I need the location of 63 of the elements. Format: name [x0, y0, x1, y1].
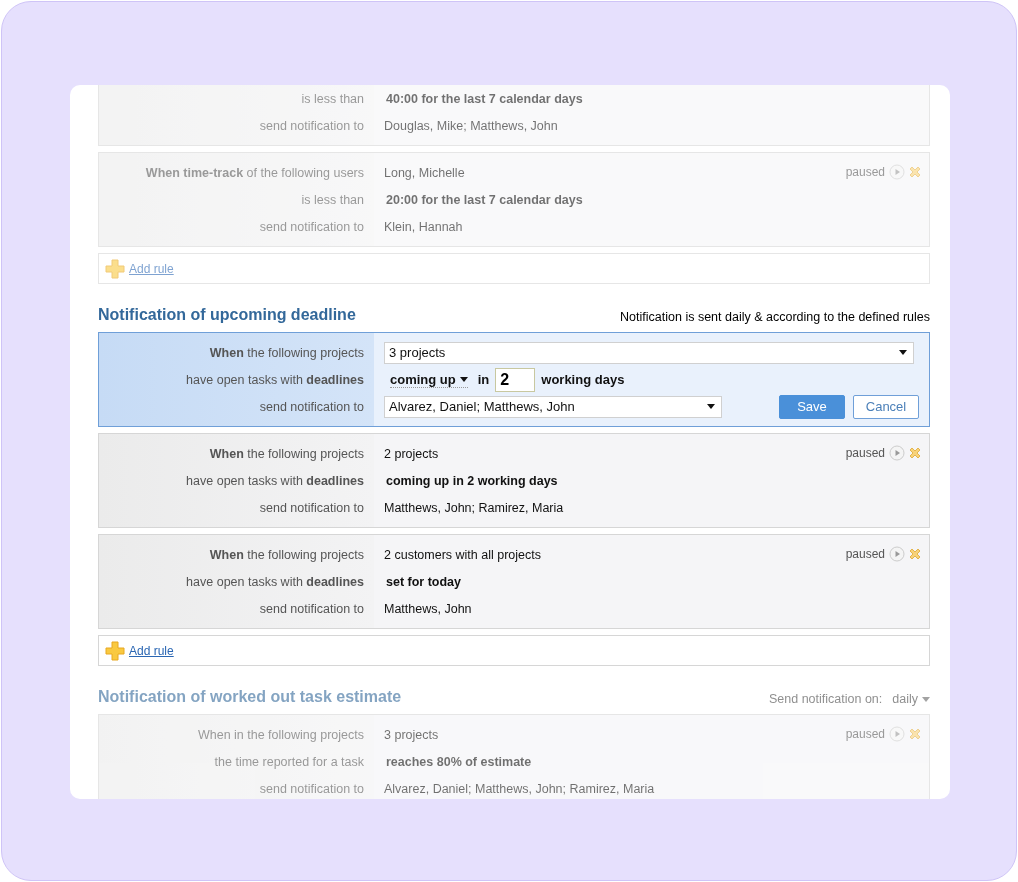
rule-label: have open tasks with deadlines: [185, 473, 364, 488]
rule-value: Matthews, John: [384, 601, 472, 616]
deadline-mode-dropdown[interactable]: coming up: [390, 371, 468, 388]
caret-icon: [459, 376, 468, 382]
delete-icon[interactable]: [909, 447, 921, 459]
status-label: paused: [845, 727, 885, 741]
rule-label: send notification to: [258, 118, 364, 133]
rule-value: 20:00 for the last 7 calendar days: [385, 192, 583, 207]
status-label: paused: [845, 547, 885, 561]
plus-icon: [105, 258, 125, 279]
rule-value: 3 projects: [384, 727, 439, 742]
schedule-label: Send notification on:: [769, 692, 883, 706]
rule-label: When the following projects: [208, 345, 364, 360]
add-rule-link[interactable]: Add rule: [129, 643, 174, 658]
rule-label: When the following projects: [208, 547, 364, 562]
rule-label: send notification to: [258, 601, 364, 616]
play-icon[interactable]: [889, 445, 905, 461]
plus-icon: [105, 640, 125, 661]
rule-value: Alvarez, Daniel; Matthews, John; Ramirez, Maria: [384, 781, 655, 796]
in-label: in: [477, 372, 490, 387]
delete-icon[interactable]: [909, 728, 921, 740]
status-label: paused: [845, 446, 885, 460]
play-icon[interactable]: [889, 726, 905, 742]
rule-label: is less than: [300, 192, 364, 207]
caret-icon: [899, 350, 907, 355]
rule-label: have open tasks with deadlines: [185, 574, 364, 589]
rule-label: is less than: [300, 91, 364, 106]
dropdown-field[interactable]: 3 projects: [384, 341, 914, 364]
rule-value: Douglas, Mike; Matthews, John: [384, 118, 558, 133]
rule-value: 40:00 for the last 7 calendar days: [385, 91, 583, 106]
rule-label: When in the following projects: [196, 727, 364, 742]
play-icon[interactable]: [889, 164, 905, 180]
dropdown-field[interactable]: Alvarez, Daniel; Matthews, John: [384, 395, 722, 418]
caret-icon: [922, 696, 930, 702]
rule-value: coming up in 2 working days: [385, 473, 558, 488]
rule-value: 2 customers with all projects: [384, 547, 541, 562]
rule-value: 2 projects: [384, 446, 439, 461]
play-icon[interactable]: [889, 546, 905, 562]
rule-value: reaches 80% of estimate: [385, 754, 532, 769]
rule-value: Long, Michelle: [384, 165, 465, 180]
unit-label: working days: [541, 372, 625, 387]
section-title: Notification of worked out task estimate: [98, 688, 402, 706]
save-button[interactable]: Save: [779, 394, 845, 419]
delete-icon[interactable]: [909, 166, 921, 178]
rule-value: set for today: [385, 574, 461, 589]
section-note: Notification is sent daily & according to the defined rules: [620, 310, 930, 324]
rule-label: send notification to: [258, 500, 364, 515]
cancel-button[interactable]: Cancel: [853, 394, 919, 419]
rule-value: Klein, Hannah: [384, 219, 463, 234]
section-title: Notification of upcoming deadline: [98, 306, 356, 324]
status-label: paused: [845, 165, 885, 179]
caret-icon: [707, 404, 715, 409]
rule-label: When the following projects: [208, 446, 364, 461]
days-input[interactable]: 2: [495, 367, 536, 392]
rule-label: send notification to: [258, 399, 364, 414]
rule-value: Matthews, John; Ramirez, Maria: [384, 500, 564, 515]
rule-label: send notification to: [258, 781, 364, 796]
schedule-dropdown[interactable]: daily: [892, 692, 930, 706]
rule-label: When time-track of the following users: [144, 165, 364, 180]
delete-icon[interactable]: [909, 548, 921, 560]
rule-label: have open tasks with deadlines: [185, 372, 364, 387]
rule-label: the time reported for a task: [213, 754, 364, 769]
rule-label: send notification to: [258, 219, 364, 234]
